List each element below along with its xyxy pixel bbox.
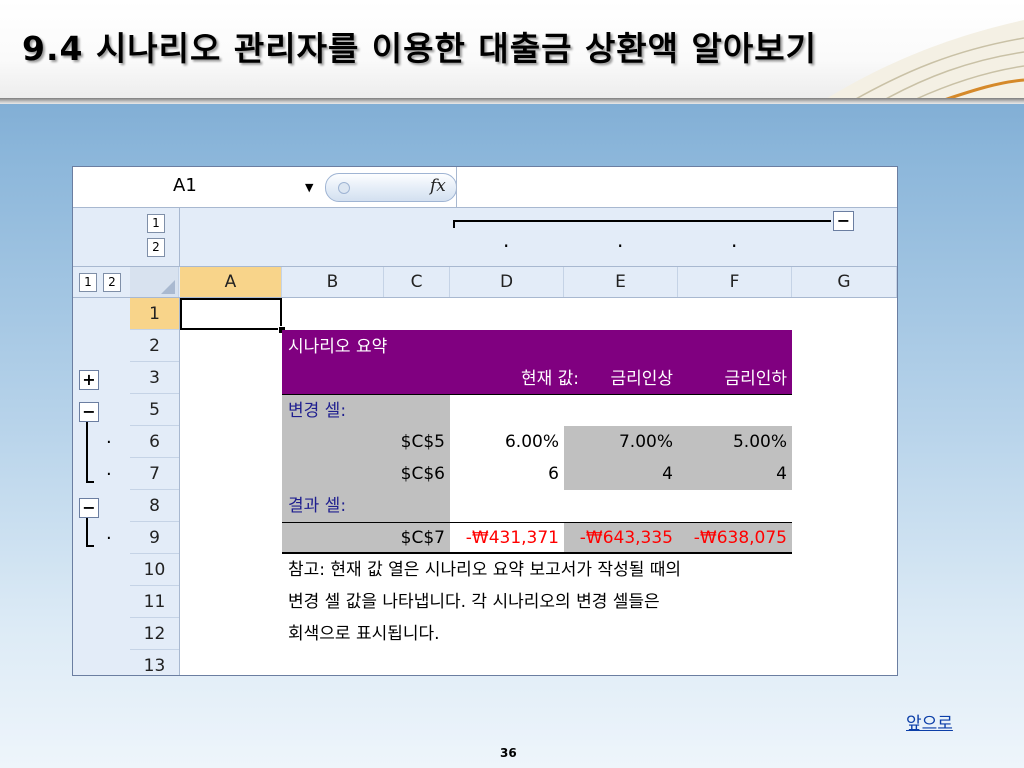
row-c5-down[interactable]: 5.00% (678, 426, 792, 458)
row-group-bracket-changing (86, 422, 88, 482)
row-outline-dot-7: · (106, 464, 112, 485)
result-cells-blank[interactable] (450, 490, 792, 522)
row-header-5[interactable]: 5 (130, 394, 179, 426)
note-line-1[interactable]: 참고: 현재 값 열은 시나리오 요약 보고서가 작성될 때의 (282, 554, 882, 586)
column-header-b[interactable]: B (282, 267, 384, 297)
row-header-13[interactable]: 13 (130, 650, 179, 675)
row-outline-bar: + − · · − · (73, 298, 131, 675)
summary-title: 시나리오 요약 (288, 337, 388, 357)
note-line-3[interactable]: 회색으로 표시됩니다. (282, 618, 882, 650)
column-header-c[interactable]: C (384, 267, 450, 297)
formula-bar: A1 ▼ fx (73, 167, 897, 208)
column-header-f[interactable]: F (678, 267, 792, 297)
row-outline-dot-6: · (106, 432, 112, 453)
row-header-8[interactable]: 8 (130, 490, 179, 522)
row-c7-current[interactable]: -₩431,371 (450, 522, 564, 554)
column-outline-level-1-button[interactable]: 1 (147, 214, 165, 233)
column-group-tick (453, 220, 455, 228)
row-outline-dot-9: · (106, 528, 112, 549)
row-c6-current[interactable]: 6 (450, 458, 564, 490)
column-outline-dot-d: · (503, 234, 510, 258)
row-c5-label[interactable]: $C$5 (282, 426, 450, 458)
row-header-bar: 1 2 3 5 6 7 8 9 10 11 12 13 (130, 298, 180, 675)
column-outline-dot-f: · (731, 234, 738, 258)
row-c6-up[interactable]: 4 (564, 458, 678, 490)
formula-bar-pill: fx (325, 173, 457, 202)
row-header-3[interactable]: 3 (130, 362, 179, 394)
changing-cells-blank[interactable] (450, 394, 792, 426)
result-cells-label[interactable]: 결과 셀: (282, 490, 450, 522)
row-c6-down[interactable]: 4 (678, 458, 792, 490)
row-header-10[interactable]: 10 (130, 554, 179, 586)
column-outline-level-2-button[interactable]: 2 (147, 238, 165, 257)
row-outline-level-2-button[interactable]: 2 (103, 273, 121, 292)
header-scenario-up: 금리인상 (610, 369, 673, 389)
header-divider (0, 98, 1024, 104)
row-c7-up[interactable]: -₩643,335 (564, 522, 678, 554)
row-c7-down[interactable]: -₩638,075 (678, 522, 792, 554)
column-header-bar: 1 2 A B C D E F G (73, 267, 897, 298)
excel-screenshot: A1 ▼ fx 1 2 − · · · 1 2 A B C D E F G + … (72, 166, 898, 676)
column-header-d[interactable]: D (450, 267, 564, 297)
fx-icon[interactable]: fx (430, 176, 446, 196)
column-group-line (453, 220, 831, 222)
cell-a1-selected[interactable] (180, 298, 282, 330)
worksheet-grid: 시나리오 요약 현재 값: 금리인상 금리인하 변경 셀: $C$5 6.00%… (180, 298, 897, 675)
name-box[interactable]: A1 (173, 175, 197, 196)
slide-title: 9.4 시나리오 관리자를 이용한 대출금 상환액 알아보기 (22, 29, 817, 68)
header-scenario-down: 금리인하 (724, 369, 787, 389)
changing-cells-label[interactable]: 변경 셀: (282, 394, 450, 426)
row-expand-button[interactable]: + (79, 370, 99, 390)
page-number: 36 (500, 746, 517, 760)
select-all-button[interactable] (130, 267, 179, 297)
row-c7-label[interactable]: $C$7 (282, 522, 450, 554)
next-slide-link[interactable]: 앞으로 (906, 709, 953, 734)
row-collapse-button-result[interactable]: − (79, 498, 99, 518)
column-outline-dot-e: · (617, 234, 624, 258)
row-header-11[interactable]: 11 (130, 586, 179, 618)
row-header-2[interactable]: 2 (130, 330, 179, 362)
slide-header: 9.4 시나리오 관리자를 이용한 대출금 상환액 알아보기 (0, 0, 1024, 100)
column-header-a[interactable]: A (180, 267, 282, 297)
row-c6-label[interactable]: $C$6 (282, 458, 450, 490)
column-header-e[interactable]: E (564, 267, 678, 297)
book-decoration (824, 20, 1024, 100)
row-outline-level-1-button[interactable]: 1 (79, 273, 97, 292)
column-header-g[interactable]: G (792, 267, 897, 297)
row-header-9[interactable]: 9 (130, 522, 179, 554)
row-group-bracket-foot-changing (86, 481, 94, 483)
row-header-6[interactable]: 6 (130, 426, 179, 458)
row-header-12[interactable]: 12 (130, 618, 179, 650)
row-header-7[interactable]: 7 (130, 458, 179, 490)
row-collapse-button-changing[interactable]: − (79, 402, 99, 422)
row-c5-current[interactable]: 6.00% (450, 426, 564, 458)
column-collapse-button[interactable]: − (833, 211, 854, 231)
outline-separator (179, 208, 180, 266)
row-group-bracket-result (86, 518, 88, 546)
column-outline-bar: 1 2 − · · · (73, 208, 897, 267)
expand-formula-icon[interactable] (338, 182, 350, 194)
row-header-1[interactable]: 1 (130, 298, 179, 330)
name-box-dropdown-icon[interactable]: ▼ (305, 181, 313, 194)
note-line-2[interactable]: 변경 셀 값을 나타냅니다. 각 시나리오의 변경 셀들은 (282, 586, 882, 618)
row-group-bracket-foot-result (86, 545, 94, 547)
row-c5-up[interactable]: 7.00% (564, 426, 678, 458)
formula-input[interactable] (456, 167, 897, 207)
header-current-values: 현재 값: (520, 369, 579, 389)
